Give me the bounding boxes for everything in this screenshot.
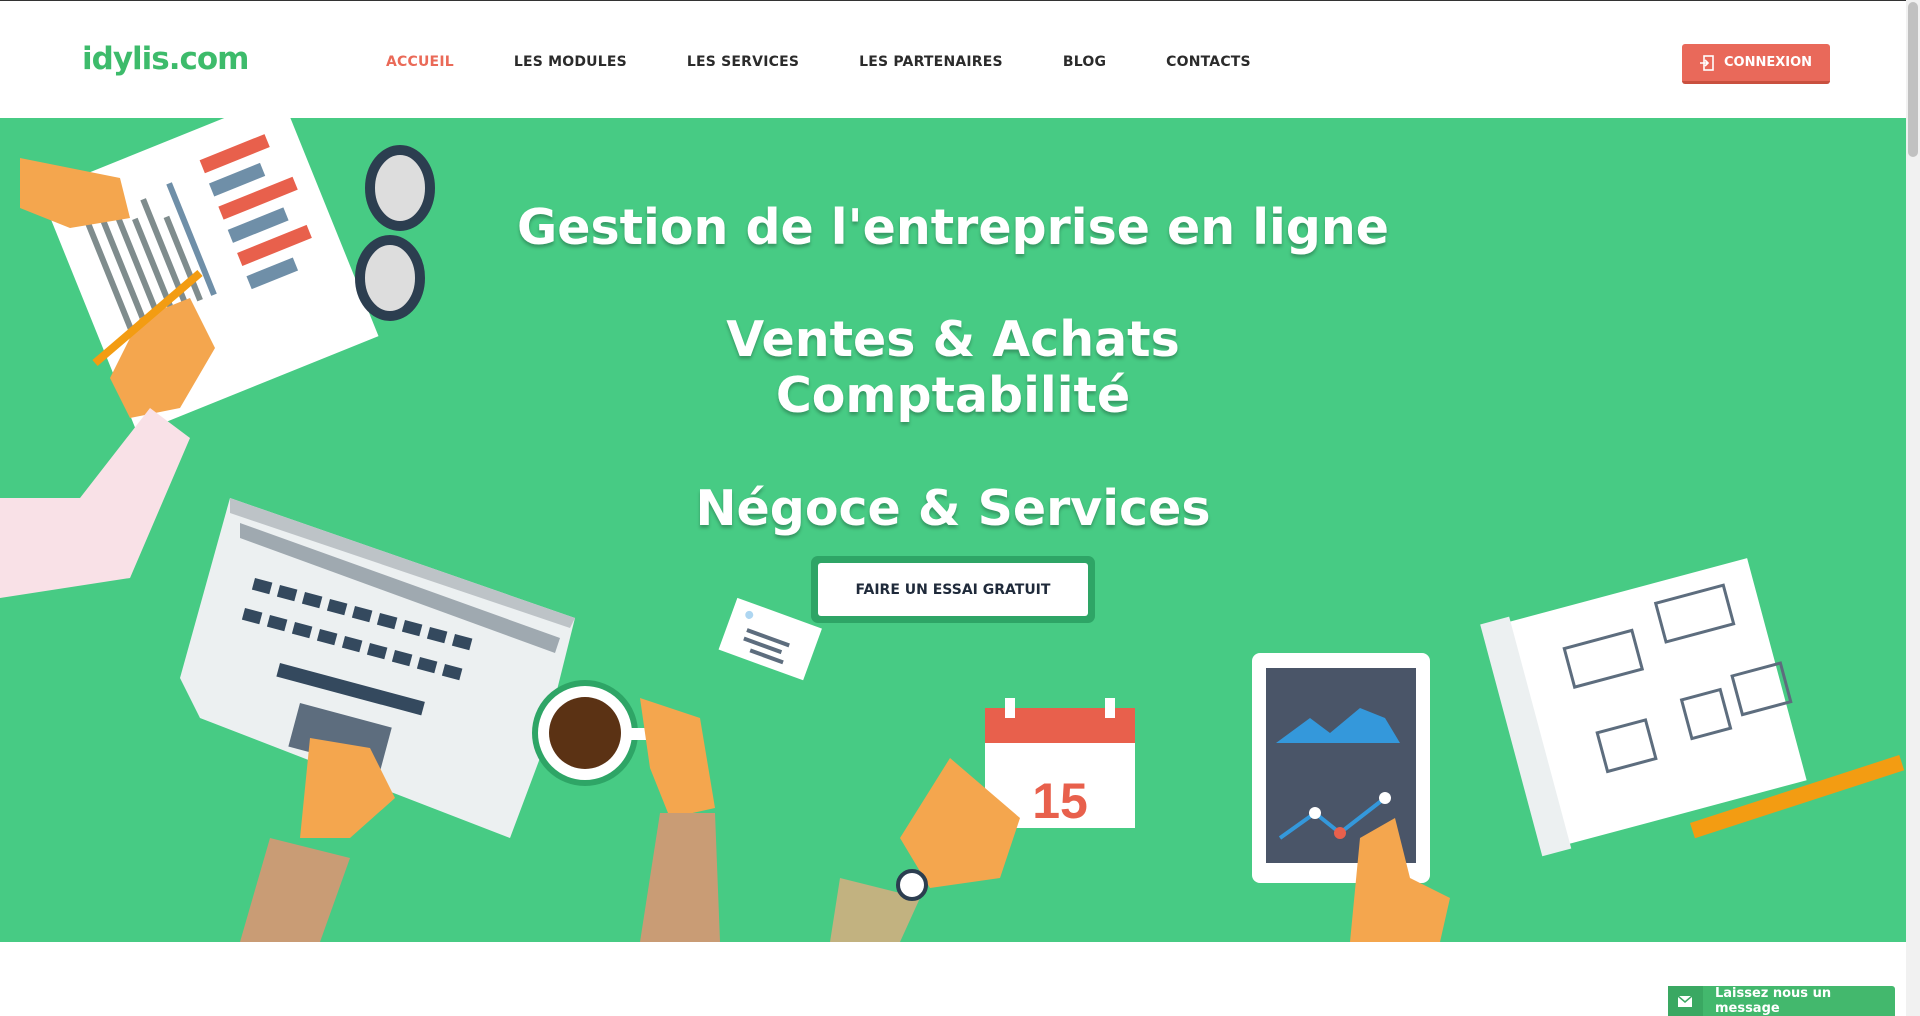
nav-item-blog[interactable]: BLOG: [1063, 54, 1106, 70]
hero-subtitle-negoce: Négoce & Services: [695, 480, 1211, 537]
nav-item-modules[interactable]: LES MODULES: [514, 54, 627, 70]
nav-item-contacts[interactable]: CONTACTS: [1166, 54, 1251, 70]
calendar-day-label: 15: [1032, 773, 1088, 829]
site-logo[interactable]: idylis.com: [82, 41, 249, 77]
hero-subtitle-ventes: Ventes & Achats: [726, 311, 1180, 368]
nav-item-accueil[interactable]: ACCUEIL: [386, 54, 454, 70]
envelope-icon: [1668, 986, 1703, 1016]
nav-item-partenaires[interactable]: LES PARTENAIRES: [859, 54, 1003, 70]
main-nav: ACCUEIL LES MODULES LES SERVICES LES PAR…: [386, 54, 1311, 70]
hero-subtitle-comptabilite: Comptabilité: [775, 367, 1131, 424]
tablet-illustration: [1252, 653, 1430, 883]
cta-frame: FAIRE UN ESSAI GRATUIT: [811, 556, 1095, 623]
hero-title: Gestion de l'entreprise en ligne: [517, 199, 1389, 256]
login-button[interactable]: CONNEXION: [1682, 44, 1830, 84]
sign-in-icon: [1699, 54, 1714, 71]
free-trial-button[interactable]: FAIRE UN ESSAI GRATUIT: [818, 563, 1088, 616]
message-widget-label: Laissez nous un message: [1714, 986, 1832, 1016]
site-header: idylis.com ACCUEIL LES MODULES LES SERVI…: [0, 1, 1906, 118]
message-widget[interactable]: Laissez nous un message: [1668, 986, 1895, 1016]
login-label: CONNEXION: [1723, 55, 1813, 70]
page-scrollbar[interactable]: [1906, 0, 1920, 1016]
nav-item-services[interactable]: LES SERVICES: [687, 54, 799, 70]
hero-section: 15 Gestion de l'entreprise en ligne Vent…: [0, 118, 1906, 942]
scrollbar-thumb[interactable]: [1908, 2, 1918, 157]
